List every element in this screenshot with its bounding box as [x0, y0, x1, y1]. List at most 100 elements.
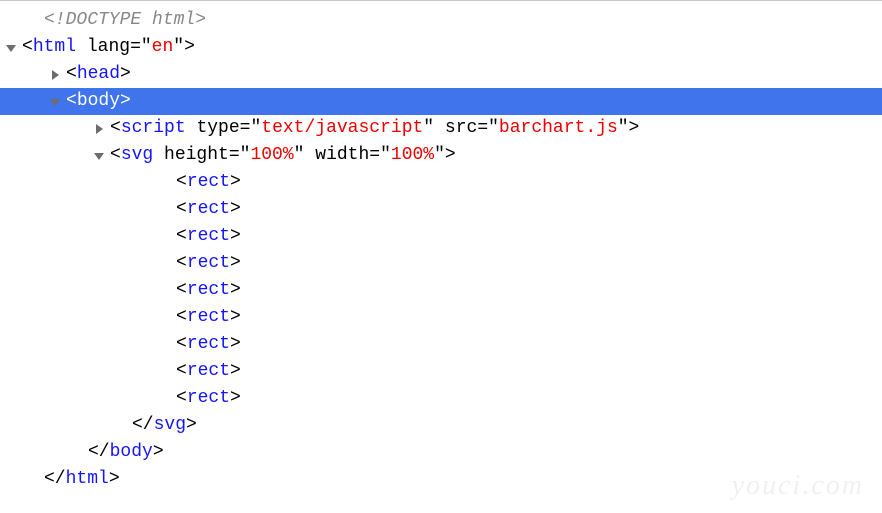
disclosure-spacer: [154, 196, 176, 223]
watermark: youci.com: [732, 472, 864, 499]
dom-tree[interactable]: <!DOCTYPE html><html lang="en"><head><bo…: [0, 1, 882, 493]
token-pn: <: [66, 64, 77, 84]
token-pn: <: [176, 388, 187, 408]
token-pn: >: [230, 280, 241, 300]
token-an: src: [445, 118, 477, 138]
token-pn: >: [230, 226, 241, 246]
token-pn: >: [230, 388, 241, 408]
disclosure-spacer: [154, 250, 176, 277]
token-pn: >: [230, 253, 241, 273]
token-pn: >: [109, 469, 120, 489]
token-av: barchart.js: [499, 118, 618, 138]
token-tg: rect: [187, 280, 230, 300]
token-tg: rect: [187, 361, 230, 381]
tree-row[interactable]: <rect>: [0, 331, 882, 358]
tree-row[interactable]: </svg>: [0, 412, 882, 439]
tree-row[interactable]: <rect>: [0, 196, 882, 223]
token-pn: =": [229, 145, 251, 165]
node-text: <body>: [66, 88, 131, 115]
tree-row[interactable]: <rect>: [0, 358, 882, 385]
token-pn: >: [153, 442, 164, 462]
token-pn: =": [369, 145, 391, 165]
token-tg: head: [77, 64, 120, 84]
node-text: </body>: [88, 439, 164, 466]
node-text: <svg height="100%" width="100%">: [110, 142, 456, 169]
token-tg: body: [110, 442, 153, 462]
disclosure-spacer: [154, 223, 176, 250]
tree-row[interactable]: <head>: [0, 61, 882, 88]
node-text: <html lang="en">: [22, 34, 195, 61]
disclosure-open-icon[interactable]: [0, 42, 22, 54]
node-text: </svg>: [132, 412, 197, 439]
node-text: <rect>: [176, 250, 241, 277]
token-tg: rect: [187, 334, 230, 354]
token-pn: =": [477, 118, 499, 138]
token-an: lang: [87, 37, 130, 57]
tree-row[interactable]: <rect>: [0, 250, 882, 277]
disclosure-spacer: [110, 412, 132, 439]
token-pn: [153, 145, 164, 165]
node-text: <rect>: [176, 358, 241, 385]
disclosure-closed-icon[interactable]: [88, 123, 110, 135]
token-tg: rect: [187, 199, 230, 219]
token-pn: ">: [434, 145, 456, 165]
token-pn: <: [176, 280, 187, 300]
disclosure-spacer: [154, 277, 176, 304]
token-pn: ": [423, 118, 445, 138]
tree-row[interactable]: <rect>: [0, 169, 882, 196]
tree-row[interactable]: <rect>: [0, 223, 882, 250]
token-tg: html: [33, 37, 76, 57]
tree-row[interactable]: <!DOCTYPE html>: [0, 7, 882, 34]
node-text: <rect>: [176, 331, 241, 358]
tree-row[interactable]: <rect>: [0, 385, 882, 412]
disclosure-closed-icon[interactable]: [44, 69, 66, 81]
token-av: 100%: [391, 145, 434, 165]
node-text: <rect>: [176, 304, 241, 331]
token-pn: >: [120, 91, 131, 111]
tree-row[interactable]: <rect>: [0, 277, 882, 304]
token-pn: >: [120, 64, 131, 84]
disclosure-spacer: [22, 466, 44, 493]
tree-row[interactable]: <rect>: [0, 304, 882, 331]
token-pn: <: [66, 91, 77, 111]
token-pn: </: [44, 469, 66, 489]
token-tg: rect: [187, 172, 230, 192]
disclosure-spacer: [22, 7, 44, 34]
token-pn: <: [176, 253, 187, 273]
token-pn: [186, 118, 197, 138]
node-text: <rect>: [176, 196, 241, 223]
token-pn: >: [230, 172, 241, 192]
disclosure-spacer: [154, 331, 176, 358]
token-pn: <: [176, 199, 187, 219]
token-pn: =": [130, 37, 152, 57]
token-pn: <: [176, 361, 187, 381]
node-text: <rect>: [176, 169, 241, 196]
token-tg: rect: [187, 226, 230, 246]
node-text: <rect>: [176, 385, 241, 412]
token-an: width: [315, 145, 369, 165]
token-tg: rect: [187, 388, 230, 408]
token-av: text/javascript: [261, 118, 423, 138]
tree-row[interactable]: <body>: [0, 88, 882, 115]
disclosure-spacer: [66, 439, 88, 466]
token-pn: </: [132, 415, 154, 435]
tree-row[interactable]: <html lang="en">: [0, 34, 882, 61]
token-pn: <: [176, 307, 187, 327]
token-tg: svg: [121, 145, 153, 165]
token-pn: >: [230, 334, 241, 354]
disclosure-spacer: [154, 169, 176, 196]
tree-row[interactable]: </body>: [0, 439, 882, 466]
token-pn: <: [110, 118, 121, 138]
token-pn: </: [88, 442, 110, 462]
disclosure-open-icon[interactable]: [88, 150, 110, 162]
tree-row[interactable]: <script type="text/javascript" src="barc…: [0, 115, 882, 142]
disclosure-spacer: [154, 385, 176, 412]
token-pn: >: [230, 199, 241, 219]
token-pn: [76, 37, 87, 57]
disclosure-open-icon[interactable]: [44, 96, 66, 108]
token-tg: script: [121, 118, 186, 138]
tree-row[interactable]: <svg height="100%" width="100%">: [0, 142, 882, 169]
token-tg: rect: [187, 253, 230, 273]
token-pn: >: [230, 361, 241, 381]
token-pn: >: [230, 307, 241, 327]
